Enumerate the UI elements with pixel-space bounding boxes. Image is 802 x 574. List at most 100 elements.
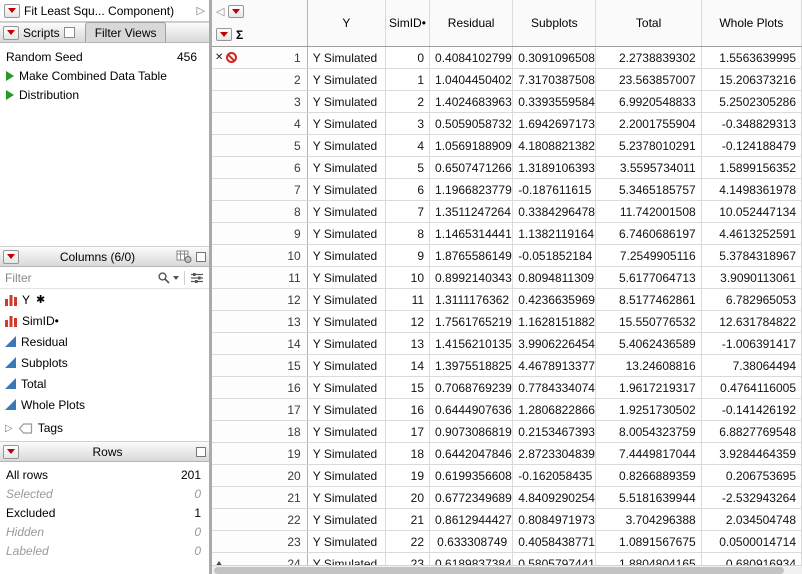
table-cell[interactable]: 0.0500014714 bbox=[701, 530, 802, 553]
table-cell[interactable]: 5.3465185757 bbox=[595, 178, 702, 201]
table-cell[interactable]: 0.6772349689 bbox=[429, 486, 514, 509]
row-number-cell[interactable]: 9 bbox=[212, 222, 308, 245]
table-cell[interactable]: Y Simulated bbox=[307, 266, 386, 289]
table-cell[interactable]: 1.1628151882 bbox=[512, 310, 597, 333]
script-item[interactable]: Distribution bbox=[0, 85, 209, 104]
table-cell[interactable]: Y Simulated bbox=[307, 68, 386, 91]
table-cell[interactable]: 17 bbox=[385, 420, 431, 443]
table-cell[interactable]: 0.633308749 bbox=[429, 530, 514, 553]
table-cell[interactable]: 0.8992140343 bbox=[429, 266, 514, 289]
table-cell[interactable]: 8.5177462861 bbox=[595, 288, 702, 311]
table-cell[interactable]: 0.6444907636 bbox=[429, 398, 514, 421]
search-dropdown-caret-icon[interactable] bbox=[173, 275, 179, 280]
table-cell[interactable]: -0.051852184 bbox=[512, 244, 597, 267]
column-header[interactable]: Y bbox=[307, 0, 386, 47]
table-cell[interactable]: 12 bbox=[385, 310, 431, 333]
table-cell[interactable]: 4.1498361978 bbox=[701, 178, 802, 201]
column-header[interactable]: Total bbox=[595, 0, 702, 47]
table-cell[interactable]: 5.2502305286 bbox=[701, 90, 802, 113]
row-number-cell[interactable]: 23 bbox=[212, 530, 308, 553]
table-cell[interactable]: 18 bbox=[385, 442, 431, 465]
table-cell[interactable]: 1.5899156352 bbox=[701, 156, 802, 179]
table-cell[interactable]: Y Simulated bbox=[307, 46, 386, 69]
columns-red-triangle-button[interactable] bbox=[3, 249, 19, 264]
table-cell[interactable]: Y Simulated bbox=[307, 178, 386, 201]
table-cell[interactable]: 4.1808821382 bbox=[512, 134, 597, 157]
table-cell[interactable]: -0.162058435 bbox=[512, 464, 597, 487]
table-cell[interactable]: 7.3170387508 bbox=[512, 68, 597, 91]
table-cell[interactable]: 2.8723304839 bbox=[512, 442, 597, 465]
table-cell[interactable]: 15 bbox=[385, 376, 431, 399]
table-cell[interactable]: -0.124188479 bbox=[701, 134, 802, 157]
table-cell[interactable]: Y Simulated bbox=[307, 310, 386, 333]
table-cell[interactable]: Y Simulated bbox=[307, 112, 386, 135]
table-cell[interactable]: 5.5181639944 bbox=[595, 486, 702, 509]
columns-menu-red-triangle-button[interactable] bbox=[228, 5, 245, 18]
table-cell[interactable]: 5.2378010291 bbox=[595, 134, 702, 157]
row-number-cell[interactable]: 7 bbox=[212, 178, 308, 201]
table-cell[interactable]: 23.563857007 bbox=[595, 68, 702, 91]
table-cell[interactable]: 1.0891567675 bbox=[595, 530, 702, 553]
report-red-triangle-button[interactable] bbox=[4, 3, 20, 18]
row-number-cell[interactable]: 15 bbox=[212, 354, 308, 377]
table-cell[interactable]: Y Simulated bbox=[307, 332, 386, 355]
table-cell[interactable]: Y Simulated bbox=[307, 486, 386, 509]
row-number-cell[interactable]: 5 bbox=[212, 134, 308, 157]
table-cell[interactable]: 1.3111176362 bbox=[429, 288, 514, 311]
table-cell[interactable]: Y Simulated bbox=[307, 222, 386, 245]
table-cell[interactable]: Y Simulated bbox=[307, 90, 386, 113]
table-cell[interactable]: 0.6507471266 bbox=[429, 156, 514, 179]
table-cell[interactable]: 6.8827769548 bbox=[701, 420, 802, 443]
table-cell[interactable]: 0.8084971973 bbox=[512, 508, 597, 531]
table-cell[interactable]: Y Simulated bbox=[307, 508, 386, 531]
table-cell[interactable]: 3.9284464359 bbox=[701, 442, 802, 465]
table-cell[interactable]: 1.2806822866 bbox=[512, 398, 597, 421]
table-cell[interactable]: 3.704296388 bbox=[595, 508, 702, 531]
column-item[interactable]: Whole Plots bbox=[0, 394, 209, 415]
table-cell[interactable]: 8.0054323759 bbox=[595, 420, 702, 443]
manage-columns-icon[interactable] bbox=[176, 250, 192, 263]
table-cell[interactable]: 0.3384296478 bbox=[512, 200, 597, 223]
table-cell[interactable]: 1.9251730502 bbox=[595, 398, 702, 421]
table-cell[interactable]: 0.7784334074 bbox=[512, 376, 597, 399]
table-cell[interactable]: 4.8409290254 bbox=[512, 486, 597, 509]
rows-menu-red-triangle-button[interactable] bbox=[216, 28, 232, 41]
table-cell[interactable]: 5.6177064713 bbox=[595, 266, 702, 289]
column-header[interactable]: SimID• bbox=[385, 0, 431, 47]
table-cell[interactable]: 1.3189106393 bbox=[512, 156, 597, 179]
table-cell[interactable]: 0.206753695 bbox=[701, 464, 802, 487]
table-cell[interactable]: 1.1465314441 bbox=[429, 222, 514, 245]
horizontal-scrollbar[interactable] bbox=[212, 565, 802, 574]
table-cell[interactable]: 0.3091096508 bbox=[512, 46, 597, 69]
table-cell[interactable]: 6.782965053 bbox=[701, 288, 802, 311]
column-header[interactable]: Subplots bbox=[512, 0, 597, 47]
table-cell[interactable]: 7.38064494 bbox=[701, 354, 802, 377]
table-cell[interactable]: 0.8094811309 bbox=[512, 266, 597, 289]
row-number-cell[interactable]: 11 bbox=[212, 266, 308, 289]
table-cell[interactable]: 0.4764116005 bbox=[701, 376, 802, 399]
table-cell[interactable]: Y Simulated bbox=[307, 244, 386, 267]
table-cell[interactable]: 16 bbox=[385, 398, 431, 421]
table-cell[interactable]: 0.6199356608 bbox=[429, 464, 514, 487]
row-number-cell[interactable]: 6 bbox=[212, 156, 308, 179]
table-cell[interactable]: 1.1382119164 bbox=[512, 222, 597, 245]
column-item[interactable]: SimID• bbox=[0, 310, 209, 331]
table-cell[interactable]: 7 bbox=[385, 200, 431, 223]
column-item[interactable]: Residual bbox=[0, 331, 209, 352]
table-cell[interactable]: 0.4058438771 bbox=[512, 530, 597, 553]
table-cell[interactable]: 1.0569188909 bbox=[429, 134, 514, 157]
table-cell[interactable]: Y Simulated bbox=[307, 398, 386, 421]
table-cell[interactable]: 2 bbox=[385, 90, 431, 113]
table-cell[interactable]: -0.141426192 bbox=[701, 398, 802, 421]
table-cell[interactable]: 1.7561765219 bbox=[429, 310, 514, 333]
table-cell[interactable]: 0.6442047846 bbox=[429, 442, 514, 465]
table-cell[interactable]: 0.2153467393 bbox=[512, 420, 597, 443]
table-cell[interactable]: Y Simulated bbox=[307, 288, 386, 311]
table-cell[interactable]: -1.006391417 bbox=[701, 332, 802, 355]
table-cell[interactable]: 4.4613252591 bbox=[701, 222, 802, 245]
table-cell[interactable]: Y Simulated bbox=[307, 420, 386, 443]
table-cell[interactable]: 0.4084102799 bbox=[429, 46, 514, 69]
table-cell[interactable]: 2.2738839302 bbox=[595, 46, 702, 69]
table-cell[interactable]: -2.532943264 bbox=[701, 486, 802, 509]
table-cell[interactable]: 0.7068769239 bbox=[429, 376, 514, 399]
